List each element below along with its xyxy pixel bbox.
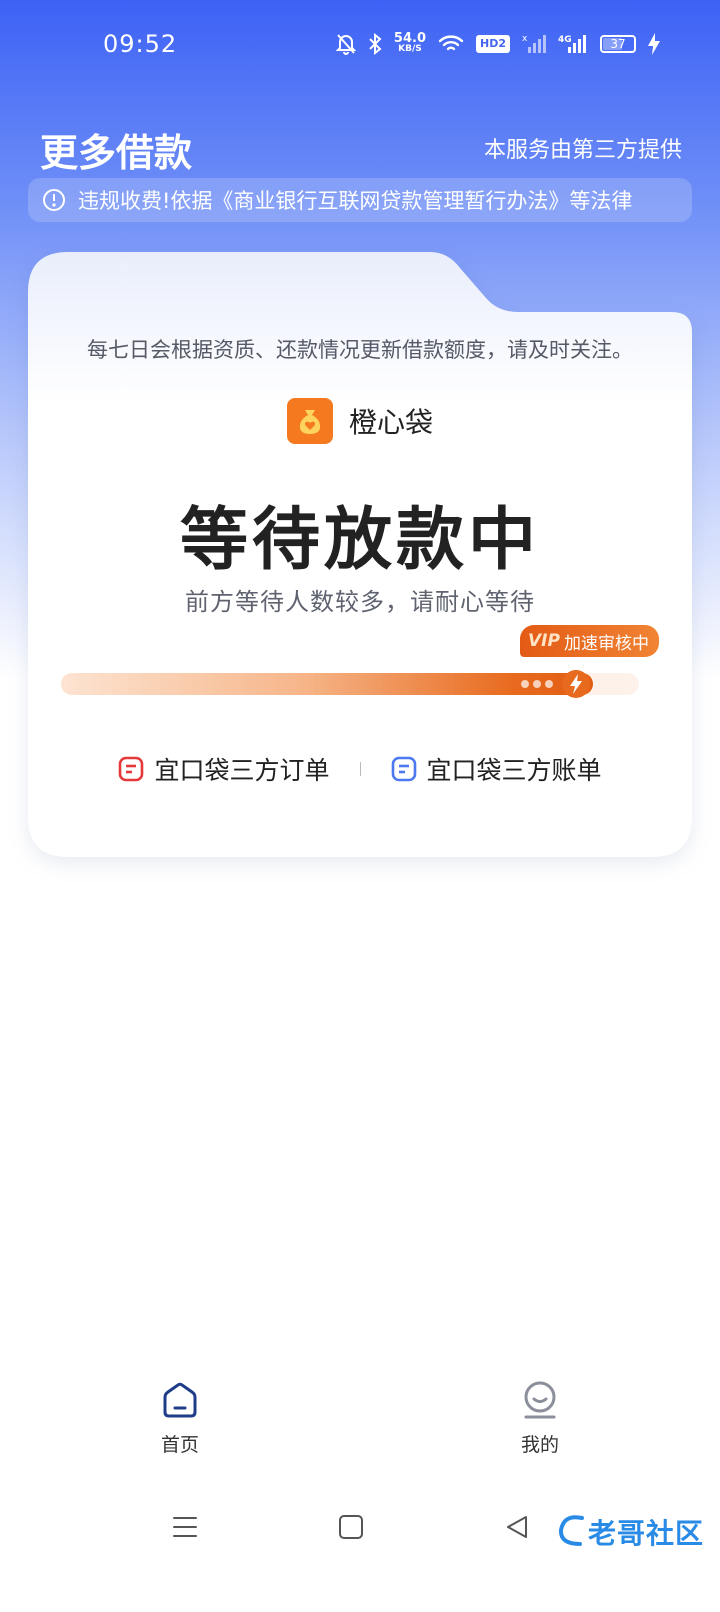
vip-review-tag: VIP 加速审核中	[520, 625, 659, 657]
notice-bar[interactable]: 违规收费!依据《商业银行互联网贷款管理暂行办法》等法律	[28, 178, 692, 222]
lightning-icon	[561, 669, 591, 699]
battery-level: 37	[610, 37, 626, 51]
network-speed-unit: KB/S	[398, 44, 422, 54]
loan-status-card: 每七日会根据资质、还款情况更新借款额度，请及时关注。 橙心袋 等待放款中 前方等…	[28, 252, 692, 857]
network-speed-value: 54.0	[393, 31, 426, 46]
signal-4g-icon: 4G	[558, 33, 588, 55]
tab-home-label: 首页	[160, 1434, 199, 1456]
status-bar: 09:52 54.0 KB/S HD2 x 4G 37	[0, 0, 720, 90]
svg-text:x: x	[522, 34, 528, 44]
lender-name: 橙心袋	[348, 406, 433, 439]
battery-indicator: 37	[600, 35, 636, 53]
charging-icon	[648, 33, 660, 55]
review-progress-fill	[61, 673, 593, 695]
bill-link[interactable]: 宜口袋三方账单	[391, 751, 602, 787]
tab-mine-label: 我的	[520, 1434, 559, 1456]
bill-document-icon	[391, 756, 417, 782]
vip-review-label: 加速审核中	[563, 633, 649, 654]
mute-bell-icon	[335, 33, 356, 55]
network-speed: 54.0 KB/S	[393, 31, 426, 55]
watermark: 老哥社区	[556, 1510, 704, 1554]
back-triangle-icon[interactable]	[504, 1514, 530, 1544]
status-time: 09:52	[103, 30, 178, 58]
wifi-icon	[438, 34, 464, 54]
progress-dots	[521, 680, 553, 688]
home-square-icon[interactable]	[338, 1514, 364, 1544]
loan-status-title: 等待放款中	[179, 501, 540, 580]
link-divider	[359, 762, 361, 776]
status-icons: 54.0 KB/S HD2 x 4G 37	[335, 30, 660, 58]
hd-voice-badge: HD2	[476, 35, 510, 53]
lender-row: 橙心袋	[28, 398, 692, 444]
loan-status-subtitle: 前方等待人数较多，请耐心等待	[185, 588, 535, 616]
money-bag-icon	[286, 398, 333, 444]
watermark-text: 老哥社区	[588, 1517, 705, 1550]
tab-home[interactable]: 首页	[120, 1380, 240, 1457]
home-icon	[160, 1380, 200, 1424]
menu-icon[interactable]	[172, 1514, 198, 1544]
profile-icon	[520, 1380, 560, 1424]
third-party-links: 宜口袋三方订单 宜口袋三方账单	[28, 752, 692, 786]
network-type-label: 4G	[558, 35, 572, 45]
info-icon	[42, 188, 66, 212]
bluetooth-icon	[368, 33, 382, 55]
review-progress-bar	[61, 670, 639, 698]
dragon-logo-icon	[556, 1510, 586, 1554]
card-description: 每七日会根据资质、还款情况更新借款额度，请及时关注。	[87, 338, 633, 362]
order-link[interactable]: 宜口袋三方订单	[118, 751, 330, 787]
bottom-tab-bar: 首页 我的	[0, 1380, 720, 1480]
order-document-icon	[118, 756, 144, 782]
tab-mine[interactable]: 我的	[480, 1380, 600, 1457]
notice-text: 违规收费!依据《商业银行互联网贷款管理暂行办法》等法律	[78, 189, 633, 213]
vip-mark: VIP	[528, 631, 560, 651]
provider-note: 本服务由第三方提供	[483, 138, 682, 163]
signal-no-sim-icon: x	[522, 33, 546, 55]
page-title: 更多借款	[40, 131, 193, 175]
order-link-label: 宜口袋三方订单	[154, 756, 330, 785]
bill-link-label: 宜口袋三方账单	[426, 756, 602, 785]
